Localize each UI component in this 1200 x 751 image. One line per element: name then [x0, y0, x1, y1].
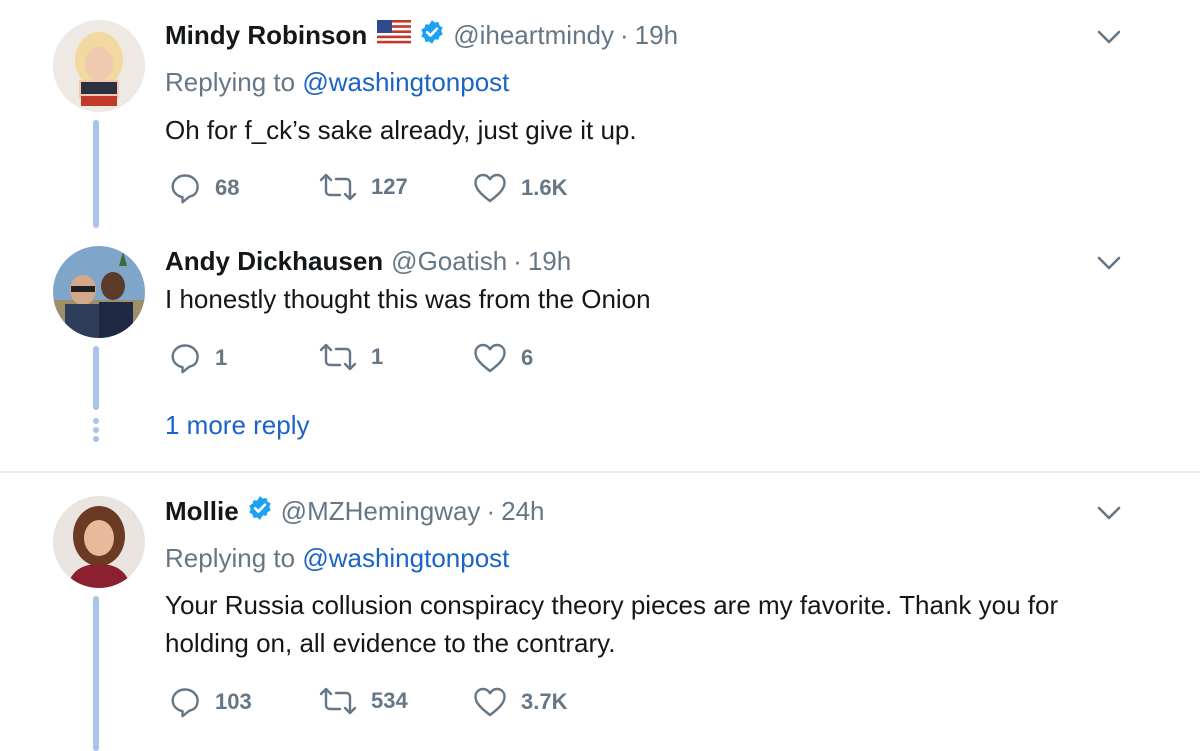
thread-line — [93, 346, 99, 410]
tweet-actions: 103 534 3.7K — [165, 686, 665, 720]
reply-button[interactable]: 68 — [169, 172, 239, 204]
retweet-button[interactable]: 127 — [319, 172, 408, 202]
reply-count: 68 — [215, 175, 240, 200]
reply-count: 1 — [215, 345, 228, 370]
like-icon — [474, 343, 506, 373]
reply-count: 103 — [215, 689, 252, 714]
tweet-text-line: holding on, all evidence to the contrary… — [165, 628, 616, 658]
retweet-button[interactable]: 1 — [319, 342, 383, 372]
chevron-down-icon[interactable] — [1095, 28, 1123, 46]
us-flag-icon — [377, 19, 412, 51]
replying-to-label: Replying to — [165, 543, 303, 573]
like-count: 1.6K — [521, 175, 568, 200]
retweet-icon — [319, 687, 357, 715]
tweet-header: Andy Dickhausen @Goatish · 19h — [165, 244, 571, 278]
retweet-count: 1 — [371, 344, 384, 369]
separator-dot: · — [620, 19, 629, 50]
verified-badge-icon — [247, 495, 273, 528]
like-button[interactable]: 3.7K — [473, 686, 567, 718]
separator-dot: · — [513, 245, 522, 276]
timestamp[interactable]: 19h — [528, 246, 571, 277]
replying-to: Replying to @washingtonpost — [165, 67, 509, 98]
author-handle[interactable]: @Goatish — [391, 246, 507, 277]
retweet-icon — [319, 173, 357, 201]
separator-dot: · — [486, 495, 496, 526]
author-handle[interactable]: @MZHemingway — [281, 496, 481, 527]
like-button[interactable]: 6 — [473, 342, 533, 374]
author-name[interactable]: Mollie — [165, 496, 239, 527]
reply-icon — [171, 174, 199, 204]
like-icon — [474, 173, 506, 203]
like-icon — [474, 687, 506, 717]
reply-button[interactable]: 103 — [169, 686, 252, 718]
reply-icon — [171, 344, 199, 374]
replying-to-link[interactable]: @washingtonpost — [302, 543, 509, 573]
author-name[interactable]: Mindy Robinson — [165, 20, 367, 51]
avatar-andy[interactable] — [53, 246, 145, 338]
timestamp[interactable]: 19h — [635, 20, 678, 51]
like-count: 6 — [521, 345, 534, 370]
tweet-text: Oh for f_ck’s sake already, just give it… — [165, 115, 637, 145]
tweet-actions: 1 1 6 — [165, 342, 665, 376]
replying-to-link[interactable]: @washingtonpost — [302, 67, 509, 97]
tweet-header: Mollie @MZHemingway · 24h — [165, 494, 545, 528]
chevron-down-icon[interactable] — [1095, 254, 1123, 272]
reply-button[interactable]: 1 — [169, 342, 227, 374]
more-replies-link[interactable]: 1 more reply — [165, 410, 310, 441]
retweet-count: 534 — [371, 688, 408, 713]
author-handle[interactable]: @iheartmindy — [453, 20, 614, 51]
tweet-text-line: Your Russia collusion conspiracy theory … — [165, 590, 1059, 620]
retweet-count: 127 — [371, 174, 408, 199]
replying-to: Replying to @washingtonpost — [165, 543, 509, 574]
thread-dots — [93, 418, 99, 445]
reply-icon — [171, 688, 199, 718]
thread-line — [93, 120, 99, 228]
thread-line — [93, 596, 99, 751]
avatar-mollie[interactable] — [53, 496, 145, 588]
retweet-button[interactable]: 534 — [319, 686, 408, 716]
like-count: 3.7K — [521, 689, 568, 714]
tweet-text: Your Russia collusion conspiracy theory … — [165, 586, 1125, 662]
replying-to-label: Replying to — [165, 67, 303, 97]
tweet-actions: 68 127 1.6K — [165, 172, 665, 206]
divider — [0, 471, 1200, 473]
like-button[interactable]: 1.6K — [473, 172, 567, 204]
tweet-text: I honestly thought this was from the Oni… — [165, 284, 651, 314]
chevron-down-icon[interactable] — [1095, 504, 1123, 522]
tweet-header: Mindy Robinson @iheartmindy · 19h — [165, 18, 678, 52]
avatar-mindy[interactable] — [53, 20, 145, 112]
timestamp[interactable]: 24h — [501, 496, 544, 527]
verified-badge-icon — [419, 19, 445, 52]
author-name[interactable]: Andy Dickhausen — [165, 246, 383, 277]
retweet-icon — [319, 343, 357, 371]
